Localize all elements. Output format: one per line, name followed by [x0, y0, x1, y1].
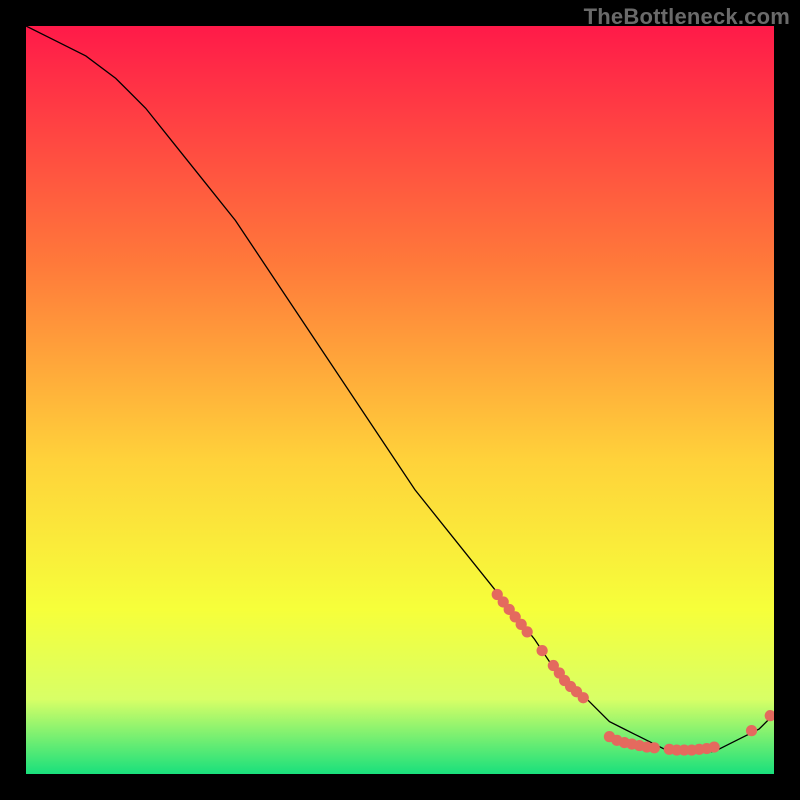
data-marker [578, 692, 589, 703]
data-marker [709, 741, 720, 752]
data-marker [537, 645, 548, 656]
data-marker [746, 725, 757, 736]
gradient-background [26, 26, 774, 774]
chart-svg [26, 26, 774, 774]
plot-area [26, 26, 774, 774]
chart-frame: TheBottleneck.com [0, 0, 800, 800]
data-marker [649, 742, 660, 753]
data-marker [522, 626, 533, 637]
